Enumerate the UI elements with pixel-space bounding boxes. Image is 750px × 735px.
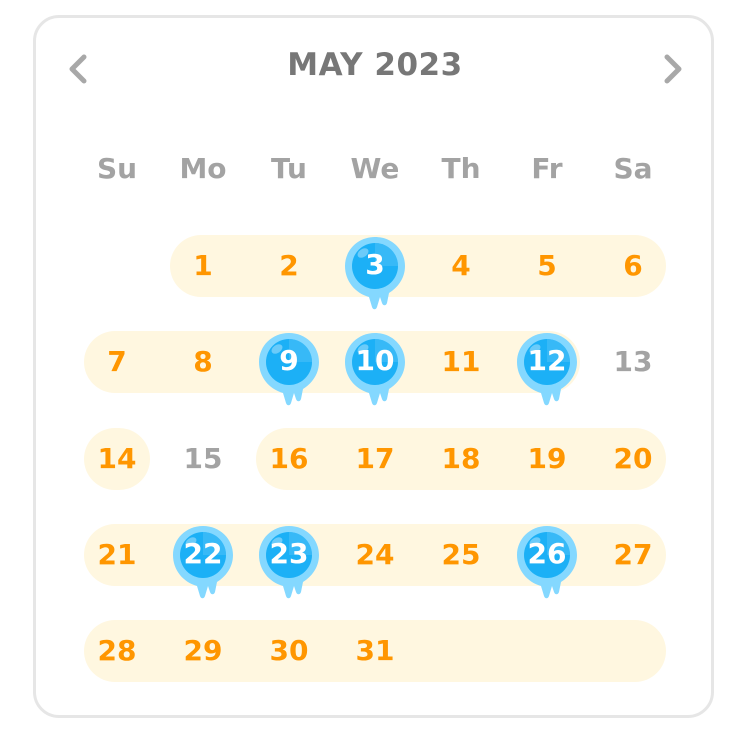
streak-day[interactable]: 29 xyxy=(163,620,243,682)
streak-day[interactable]: 28 xyxy=(77,620,157,682)
streak-day[interactable]: 14 xyxy=(77,428,157,490)
streak-day[interactable]: 2 xyxy=(249,235,329,297)
weekday-label: Mo xyxy=(179,152,227,185)
streak-day[interactable]: 7 xyxy=(77,331,157,393)
streak-day[interactable]: 16 xyxy=(249,428,329,490)
streak-day[interactable]: 21 xyxy=(77,524,157,586)
streak-band xyxy=(84,331,580,393)
day-number: 22 xyxy=(183,537,223,570)
weekday-label: Th xyxy=(441,152,481,185)
streak-day[interactable]: 17 xyxy=(335,428,415,490)
weekday-label: Sa xyxy=(613,152,653,185)
weekday-label: Tu xyxy=(271,152,307,185)
streak-day[interactable]: 27 xyxy=(593,524,673,586)
weekday-label: Fr xyxy=(531,152,563,185)
day-number: 10 xyxy=(355,344,395,377)
inactive-day[interactable]: 13 xyxy=(593,331,673,393)
streak-day[interactable]: 30 xyxy=(249,620,329,682)
next-month-button[interactable] xyxy=(655,52,689,86)
streak-day[interactable]: 11 xyxy=(421,331,501,393)
streak-day[interactable]: 5 xyxy=(507,235,587,297)
practiced-day-badge[interactable]: 12 xyxy=(515,331,579,407)
streak-day[interactable]: 20 xyxy=(593,428,673,490)
streak-day[interactable]: 18 xyxy=(421,428,501,490)
day-number: 23 xyxy=(269,537,309,570)
practiced-day-badge[interactable]: 22 xyxy=(171,524,235,600)
streak-day[interactable]: 6 xyxy=(593,235,673,297)
inactive-day[interactable]: 15 xyxy=(163,428,243,490)
day-number: 3 xyxy=(365,248,385,281)
streak-day[interactable]: 19 xyxy=(507,428,587,490)
practiced-day-badge[interactable]: 10 xyxy=(343,331,407,407)
day-number: 12 xyxy=(527,344,567,377)
day-number: 9 xyxy=(279,344,299,377)
streak-day[interactable]: 25 xyxy=(421,524,501,586)
streak-day[interactable]: 31 xyxy=(335,620,415,682)
practiced-day-badge[interactable]: 9 xyxy=(257,331,321,407)
streak-day[interactable]: 8 xyxy=(163,331,243,393)
weekday-label: We xyxy=(350,152,400,185)
practiced-day-badge[interactable]: 3 xyxy=(343,235,407,311)
practiced-day-badge[interactable]: 26 xyxy=(515,524,579,600)
streak-day[interactable]: 24 xyxy=(335,524,415,586)
streak-day[interactable]: 1 xyxy=(163,235,243,297)
streak-band xyxy=(170,235,666,297)
practiced-day-badge[interactable]: 23 xyxy=(257,524,321,600)
weekday-label: Su xyxy=(96,152,138,185)
chevron-right-icon xyxy=(655,52,689,86)
month-title: MAY 2023 xyxy=(287,47,463,83)
streak-day[interactable]: 4 xyxy=(421,235,501,297)
calendar-header: MAY 2023 xyxy=(0,0,750,120)
day-number: 26 xyxy=(527,537,567,570)
